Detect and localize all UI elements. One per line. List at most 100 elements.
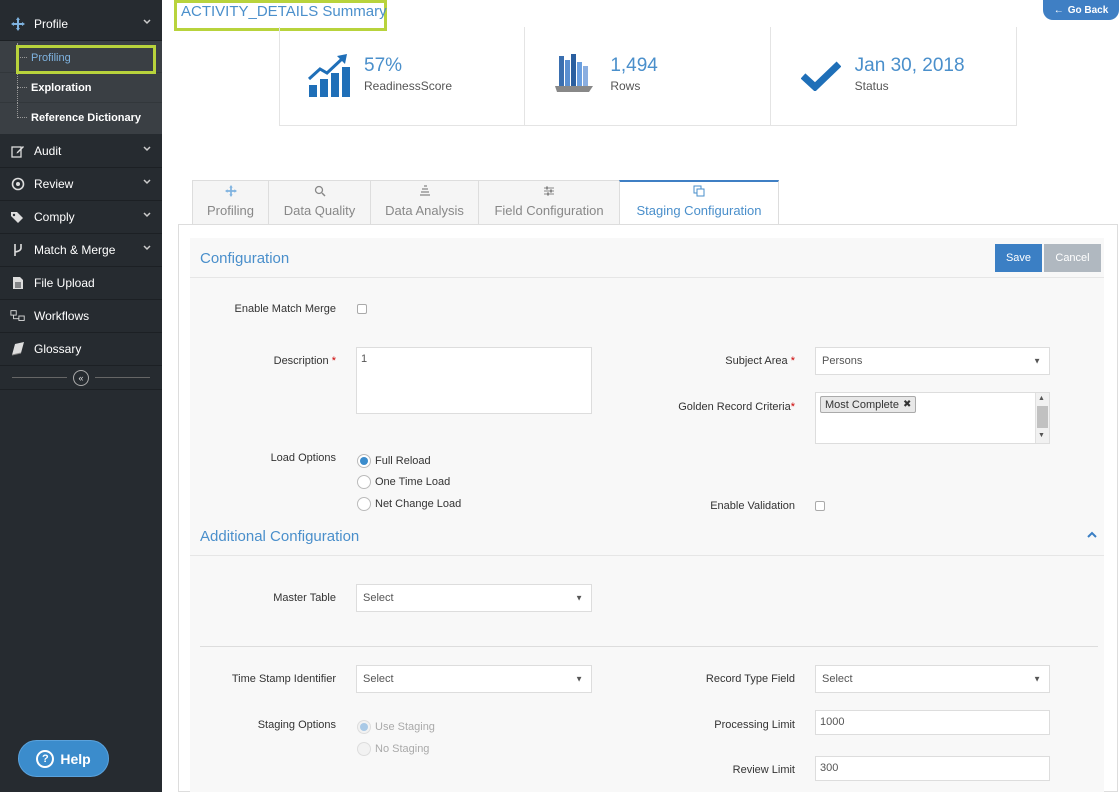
config-content xyxy=(190,238,1104,792)
review-limit-input[interactable]: 300 xyxy=(815,756,1050,781)
sidebar-item-audit[interactable]: Audit xyxy=(0,135,162,168)
processing-limit-input[interactable]: 1000 xyxy=(815,710,1050,735)
collapse-sidebar-icon[interactable]: « xyxy=(73,370,89,386)
record-type-select[interactable]: Select ▼ xyxy=(815,665,1050,693)
save-button[interactable]: Save xyxy=(995,244,1042,272)
target-icon xyxy=(10,176,26,192)
subject-area-select[interactable]: Persons ▼ xyxy=(815,347,1050,375)
tab-profiling[interactable]: Profiling xyxy=(192,180,269,224)
sidebar-item-review[interactable]: Review xyxy=(0,168,162,201)
enable-match-merge-checkbox[interactable] xyxy=(357,304,367,314)
chevron-down-icon xyxy=(142,17,152,30)
tab-data-quality[interactable]: Data Quality xyxy=(268,180,371,224)
radio-label: No Staging xyxy=(375,743,430,755)
copy-icon xyxy=(693,185,705,200)
sidebar-item-comply[interactable]: Comply xyxy=(0,201,162,234)
tag-label: Most Complete xyxy=(825,398,899,411)
radio-label: Net Change Load xyxy=(375,498,462,510)
additional-section-header: Additional Configuration xyxy=(190,516,1104,556)
tab-staging-configuration[interactable]: Staging Configuration xyxy=(619,180,779,224)
sidebar-item-label: Match & Merge xyxy=(34,243,116,257)
sliders-icon xyxy=(543,185,555,200)
tab-label: Data Analysis xyxy=(385,203,464,218)
sidebar-item-label: Review xyxy=(34,177,74,191)
radio-one-time-load[interactable]: One Time Load xyxy=(357,475,450,489)
timestamp-value: Select xyxy=(363,673,394,685)
magnifier-icon xyxy=(314,185,326,200)
sidebar-item-label: Profile xyxy=(34,17,69,31)
sidebar-subitem-label: Profiling xyxy=(31,51,71,64)
checkmark-icon xyxy=(800,61,842,94)
cancel-button[interactable]: Cancel xyxy=(1044,244,1101,272)
timestamp-select[interactable]: Select ▼ xyxy=(356,665,592,693)
profile-submenu: Profiling Exploration Reference Dictiona… xyxy=(0,41,162,134)
section-title: Configuration xyxy=(200,250,290,267)
radio-use-staging[interactable]: Use Staging xyxy=(357,720,435,734)
golden-record-label: Golden Record Criteria* xyxy=(678,401,795,413)
chevron-down-icon xyxy=(142,144,152,157)
section-divider xyxy=(200,646,1098,647)
sidebar-item-match-merge[interactable]: Match & Merge xyxy=(0,234,162,267)
stat-readiness: 57% ReadinessScore xyxy=(280,27,526,126)
sidebar-item-profile[interactable]: Profile xyxy=(0,8,162,41)
processing-limit-label: Processing Limit xyxy=(714,719,795,731)
stat-value: Jan 30, 2018 xyxy=(854,55,965,76)
sidebar-subitem-reference-dictionary[interactable]: Reference Dictionary xyxy=(0,103,162,133)
radio-label: Full Reload xyxy=(375,455,431,467)
workflow-icon xyxy=(10,308,26,324)
subject-area-label: Subject Area * xyxy=(725,355,795,367)
sidebar-collapse-bar: « xyxy=(0,366,162,390)
sidebar-item-glossary[interactable]: Glossary xyxy=(0,333,162,366)
enable-match-merge-label: Enable Match Merge xyxy=(234,303,337,315)
subject-area-value: Persons xyxy=(822,355,863,367)
caret-down-icon: ▼ xyxy=(575,593,583,603)
tab-field-configuration[interactable]: Field Configuration xyxy=(478,180,620,224)
record-type-value: Select xyxy=(822,673,853,685)
staging-options-label: Staging Options xyxy=(257,719,336,731)
master-table-select[interactable]: Select ▼ xyxy=(356,584,592,612)
page-title: ACTIVITY_DETAILS Summary xyxy=(181,3,387,20)
timestamp-label: Time Stamp Identifier xyxy=(231,673,336,685)
description-label: Description * xyxy=(273,355,336,367)
radio-no-staging[interactable]: No Staging xyxy=(357,742,429,756)
go-back-button[interactable]: ← Go Back xyxy=(1043,0,1119,20)
master-table-value: Select xyxy=(363,592,394,604)
tab-data-analysis[interactable]: Data Analysis xyxy=(370,180,479,224)
tab-label: Field Configuration xyxy=(494,203,604,218)
sidebar-subitem-profiling[interactable]: Profiling xyxy=(0,43,162,73)
radio-full-reload[interactable]: Full Reload xyxy=(357,454,431,468)
tab-bar: Profiling Data Quality Data Analysis Fie… xyxy=(192,180,779,224)
stat-status: Jan 30, 2018 Status xyxy=(771,27,1016,126)
master-table-label: Master Table xyxy=(273,592,336,604)
chevron-up-icon[interactable] xyxy=(1086,530,1098,543)
edit-icon xyxy=(10,143,26,159)
sidebar-item-label: Audit xyxy=(34,144,62,158)
chevron-down-icon xyxy=(142,210,152,223)
sidebar-subitem-label: Exploration xyxy=(31,81,92,94)
branch-icon xyxy=(10,242,26,258)
enable-validation-checkbox[interactable] xyxy=(815,501,825,511)
tab-label: Staging Configuration xyxy=(636,203,762,218)
description-textarea[interactable]: 1 xyxy=(356,347,592,414)
sidebar: Profile Profiling Exploration Reference … xyxy=(0,0,162,792)
sidebar-subitem-label: Reference Dictionary xyxy=(31,112,142,124)
configuration-section-header: Configuration xyxy=(190,238,1104,278)
help-button[interactable]: ? Help xyxy=(18,740,109,777)
stat-label: ReadinessScore xyxy=(364,79,453,93)
sidebar-item-label: Comply xyxy=(34,210,75,224)
go-back-label: Go Back xyxy=(1067,4,1109,16)
sidebar-item-file-upload[interactable]: File Upload xyxy=(0,267,162,300)
multiselect-scrollbar[interactable]: ▲ ▼ xyxy=(1035,393,1049,443)
section-title: Additional Configuration xyxy=(200,528,360,545)
radio-label: One Time Load xyxy=(375,476,451,488)
stat-label: Rows xyxy=(610,79,641,93)
remove-tag-icon[interactable]: ✖ xyxy=(903,399,911,410)
stat-rows: 1,494 Rows xyxy=(525,27,771,126)
file-icon xyxy=(10,275,26,291)
radio-net-change-load[interactable]: Net Change Load xyxy=(357,497,461,511)
sidebar-item-workflows[interactable]: Workflows xyxy=(0,300,162,333)
sidebar-subitem-exploration[interactable]: Exploration xyxy=(0,73,162,103)
caret-down-icon: ▼ xyxy=(575,674,583,684)
chevron-down-icon xyxy=(142,177,152,190)
stat-label: Status xyxy=(854,79,889,93)
